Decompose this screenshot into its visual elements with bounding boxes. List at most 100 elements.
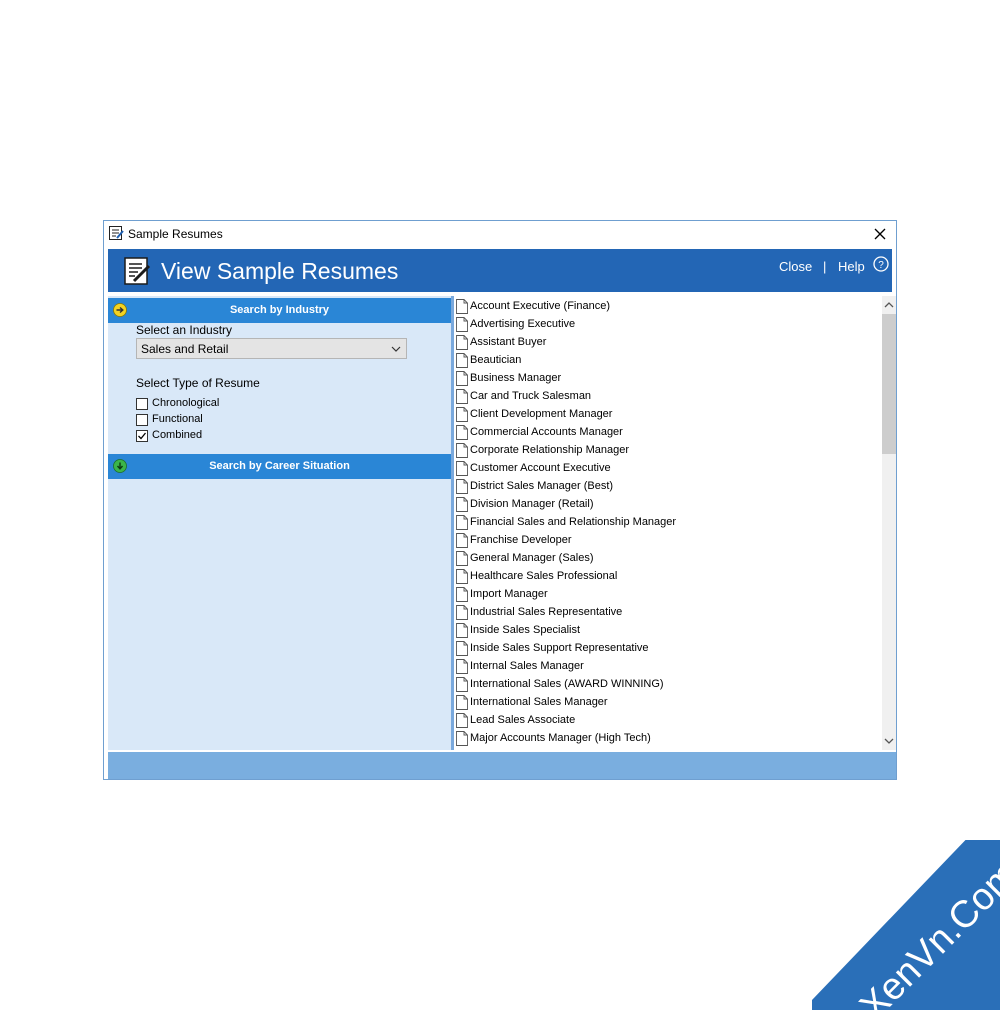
document-icon (456, 515, 468, 530)
resume-title: Major Accounts Manager (High Tech) (470, 732, 651, 744)
combined-checkbox[interactable] (136, 430, 148, 442)
resume-document-icon (124, 257, 151, 285)
document-icon (456, 371, 468, 386)
resume-title: Assistant Buyer (470, 336, 547, 348)
document-icon (456, 335, 468, 350)
help-link[interactable]: Help (838, 259, 865, 274)
resume-list-item[interactable]: Industrial Sales Representative (455, 604, 875, 622)
industry-select-value: Sales and Retail (141, 342, 229, 356)
header-banner: View Sample Resumes Close | Help ? (108, 249, 892, 292)
resume-list-item[interactable]: Inside Sales Specialist (455, 622, 875, 640)
link-separator: | (823, 259, 827, 274)
resume-title: International Sales Manager (470, 696, 608, 708)
resume-list-item[interactable]: Corporate Relationship Manager (455, 442, 875, 460)
vertical-scrollbar[interactable] (882, 296, 896, 750)
search-by-career-situation-label: Search by Career Situation (209, 460, 350, 472)
document-icon (456, 605, 468, 620)
title-bar: Sample Resumes (104, 221, 896, 247)
resume-list-item[interactable]: International Sales Manager (455, 694, 875, 712)
document-icon (456, 569, 468, 584)
scroll-up-icon[interactable] (884, 300, 894, 310)
document-icon (456, 461, 468, 476)
resume-list-item[interactable]: Commercial Accounts Manager (455, 424, 875, 442)
document-icon (456, 353, 468, 368)
document-icon (456, 389, 468, 404)
document-icon (456, 551, 468, 566)
resume-list-item[interactable]: Division Manager (Retail) (455, 496, 875, 514)
industry-label: Select an Industry (136, 323, 233, 337)
watermark: XenVn.Com (812, 840, 1000, 1028)
search-by-career-situation-header[interactable]: Search by Career Situation (108, 454, 451, 479)
resume-title: Advertising Executive (470, 318, 576, 330)
resume-title: International Sales (AWARD WINNING) (470, 678, 664, 690)
resume-list-item[interactable]: Assistant Buyer (455, 334, 875, 352)
resume-title: Import Manager (470, 588, 548, 600)
resume-title: Division Manager (Retail) (470, 498, 594, 510)
close-link[interactable]: Close (779, 259, 812, 274)
document-icon (456, 731, 468, 746)
resume-title: Beautician (470, 354, 522, 366)
document-icon (456, 497, 468, 512)
scrollbar-thumb[interactable] (882, 314, 896, 454)
resume-list-item[interactable]: Account Executive (Finance) (455, 298, 875, 316)
page-title: View Sample Resumes (161, 258, 399, 284)
resume-list-item[interactable]: Business Manager (455, 370, 875, 388)
resume-list-item[interactable]: Internal Sales Manager (455, 658, 875, 676)
document-icon (456, 695, 468, 710)
window-close-icon[interactable] (870, 224, 890, 244)
resume-title: Commercial Accounts Manager (470, 426, 623, 438)
resume-title: Financial Sales and Relationship Manager (470, 516, 677, 528)
resume-title: Business Manager (470, 372, 562, 384)
scroll-down-icon[interactable] (884, 736, 894, 746)
resume-list-item[interactable]: Client Development Manager (455, 406, 875, 424)
resume-list-item[interactable]: Customer Account Executive (455, 460, 875, 478)
resume-list-item[interactable]: Import Manager (455, 586, 875, 604)
resume-title: Industrial Sales Representative (470, 606, 623, 618)
industry-select[interactable]: Sales and Retail (136, 338, 407, 359)
document-icon (456, 479, 468, 494)
resume-list-item[interactable]: Lead Sales Associate (455, 712, 875, 730)
resume-list-item[interactable]: District Sales Manager (Best) (455, 478, 875, 496)
resume-list-item[interactable]: Car and Truck Salesman (455, 388, 875, 406)
document-icon (456, 299, 468, 314)
window-title: Sample Resumes (128, 227, 223, 241)
resume-list-item[interactable]: Advertising Executive (455, 316, 875, 334)
resume-title: Lead Sales Associate (470, 714, 576, 726)
search-panel: Search by Industry Select an Industry Sa… (108, 296, 451, 750)
search-by-industry-header[interactable]: Search by Industry (108, 298, 451, 323)
document-icon (456, 713, 468, 728)
resume-title: Inside Sales Specialist (470, 624, 581, 636)
resume-title: Client Development Manager (470, 408, 613, 420)
svg-text:?: ? (878, 260, 884, 271)
resume-list-item[interactable]: General Manager (Sales) (455, 550, 875, 568)
status-bar (108, 752, 896, 779)
document-icon (456, 533, 468, 548)
sample-resumes-window: Sample Resumes View Sample Resumes Close… (103, 220, 897, 780)
document-icon (456, 407, 468, 422)
resume-list: Account Executive (Finance) Advertising E… (454, 296, 882, 750)
resume-list-item[interactable]: Healthcare Sales Professional (455, 568, 875, 586)
chevron-down-icon (391, 346, 401, 352)
functional-checkbox[interactable] (136, 414, 148, 426)
resume-title: District Sales Manager (Best) (470, 480, 614, 492)
resume-title: Healthcare Sales Professional (470, 570, 618, 582)
document-icon (456, 677, 468, 692)
chronological-checkbox[interactable] (136, 398, 148, 410)
document-icon (456, 659, 468, 674)
help-icon[interactable]: ? (873, 256, 889, 272)
combined-label: Combined (152, 429, 203, 441)
resume-type-label: Select Type of Resume (136, 376, 260, 390)
resume-list-item[interactable]: Financial Sales and Relationship Manager (455, 514, 875, 532)
resume-list-item[interactable]: Inside Sales Support Representative (455, 640, 875, 658)
document-icon (456, 623, 468, 638)
document-icon (456, 425, 468, 440)
resume-list-item[interactable]: Major Accounts Manager (High Tech) (455, 730, 875, 748)
resume-title: Inside Sales Support Representative (470, 642, 649, 654)
resume-list-item[interactable]: Franchise Developer (455, 532, 875, 550)
checkmark-icon (138, 432, 147, 440)
resume-title: Internal Sales Manager (470, 660, 584, 672)
resume-list-item[interactable]: Beautician (455, 352, 875, 370)
notepad-icon (109, 226, 124, 240)
chronological-label: Chronological (152, 397, 220, 409)
resume-list-item[interactable]: International Sales (AWARD WINNING) (455, 676, 875, 694)
